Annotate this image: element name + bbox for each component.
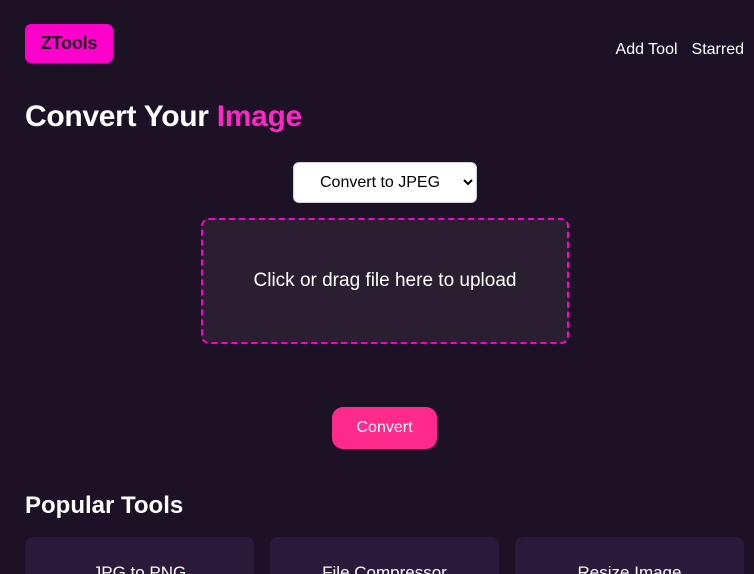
page-title-prefix: Convert Your	[25, 100, 209, 133]
page: ZTools Add Tool Starred Convert Your Ima…	[0, 0, 754, 574]
dropzone-text: Click or drag file here to upload	[253, 270, 517, 291]
tool-card-label: Resize Image	[577, 563, 682, 574]
page-title: Convert Your Image	[25, 100, 302, 134]
format-select[interactable]: Convert to JPEG	[293, 162, 477, 203]
tool-card-label: JPG to PNG	[92, 563, 187, 574]
popular-tools-heading: Popular Tools	[25, 492, 184, 519]
tool-card-file-compressor[interactable]: File Compressor	[270, 537, 499, 574]
logo-label: ZTools	[40, 33, 98, 53]
nav-add-tool-link[interactable]: Add Tool	[616, 41, 678, 59]
top-nav: Add Tool Starred	[616, 41, 744, 59]
page-title-accent: Image	[216, 100, 303, 133]
tool-card-jpg-to-png[interactable]: JPG to PNG	[25, 537, 254, 574]
nav-starred-link[interactable]: Starred	[692, 41, 744, 59]
tool-card-resize-image[interactable]: Resize Image	[515, 537, 744, 574]
logo-button[interactable]: ZTools	[25, 24, 113, 63]
tool-card-label: File Compressor	[322, 563, 447, 574]
convert-button[interactable]: Convert	[332, 407, 437, 449]
upload-dropzone[interactable]: Click or drag file here to upload	[201, 218, 569, 344]
